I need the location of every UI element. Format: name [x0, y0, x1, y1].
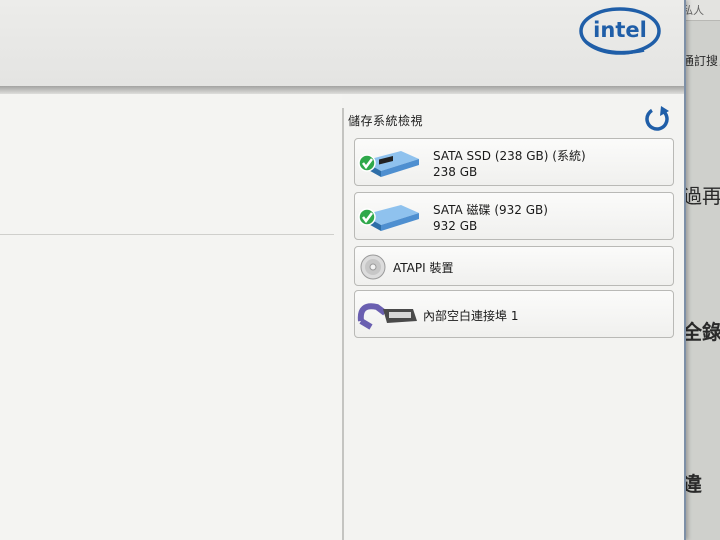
intel-logo-text: intel: [593, 18, 647, 42]
device-internal-empty-port[interactable]: 內部空白連接埠 1: [354, 290, 674, 338]
intel-logo: intel: [579, 7, 661, 55]
device-name: ATAPI 裝置: [393, 261, 454, 275]
background-window-strip: 私人: [680, 0, 720, 21]
background-window: 私人 通訂搜ヌ 過再 全錄 違: [680, 0, 720, 540]
background-text-fragment: 全錄: [682, 320, 720, 344]
device-atapi[interactable]: ATAPI 裝置: [354, 246, 674, 286]
storage-system-view: 儲存系統檢視 SATA SSD (238 GB) (系統) 238 GB SAT…: [346, 96, 680, 540]
background-text-fragment: 違: [682, 472, 702, 496]
header-divider: [0, 86, 684, 94]
details-panel-separator: [0, 234, 334, 235]
hard-disk-icon: [358, 205, 419, 231]
details-panel: [0, 94, 342, 540]
refresh-button[interactable]: [642, 104, 672, 134]
device-size: 238 GB: [433, 165, 478, 179]
device-size: 932 GB: [433, 219, 478, 233]
background-text-fragment: 通訂搜ヌ: [682, 54, 720, 68]
device-name: 內部空白連接埠 1: [423, 309, 519, 323]
device-name: SATA SSD (238 GB) (系統): [433, 149, 586, 163]
ssd-icon: [358, 151, 419, 177]
panel-divider: [342, 108, 344, 540]
background-text-fragment: 過再: [682, 184, 720, 208]
storage-view-title: 儲存系統檢視: [348, 114, 424, 128]
rst-main-window: intel 儲存系統檢視 SATA SSD (238 GB) (系統) 238 …: [0, 0, 686, 540]
device-name: SATA 磁碟 (932 GB): [433, 203, 548, 217]
internal-port-icon: [357, 303, 417, 330]
refresh-icon: [645, 106, 669, 131]
header-bar: intel: [0, 0, 684, 86]
device-sata-disk[interactable]: SATA 磁碟 (932 GB) 932 GB: [354, 192, 674, 240]
background-text-fragment: 私人: [682, 4, 704, 17]
device-sata-ssd[interactable]: SATA SSD (238 GB) (系統) 238 GB: [354, 138, 674, 186]
